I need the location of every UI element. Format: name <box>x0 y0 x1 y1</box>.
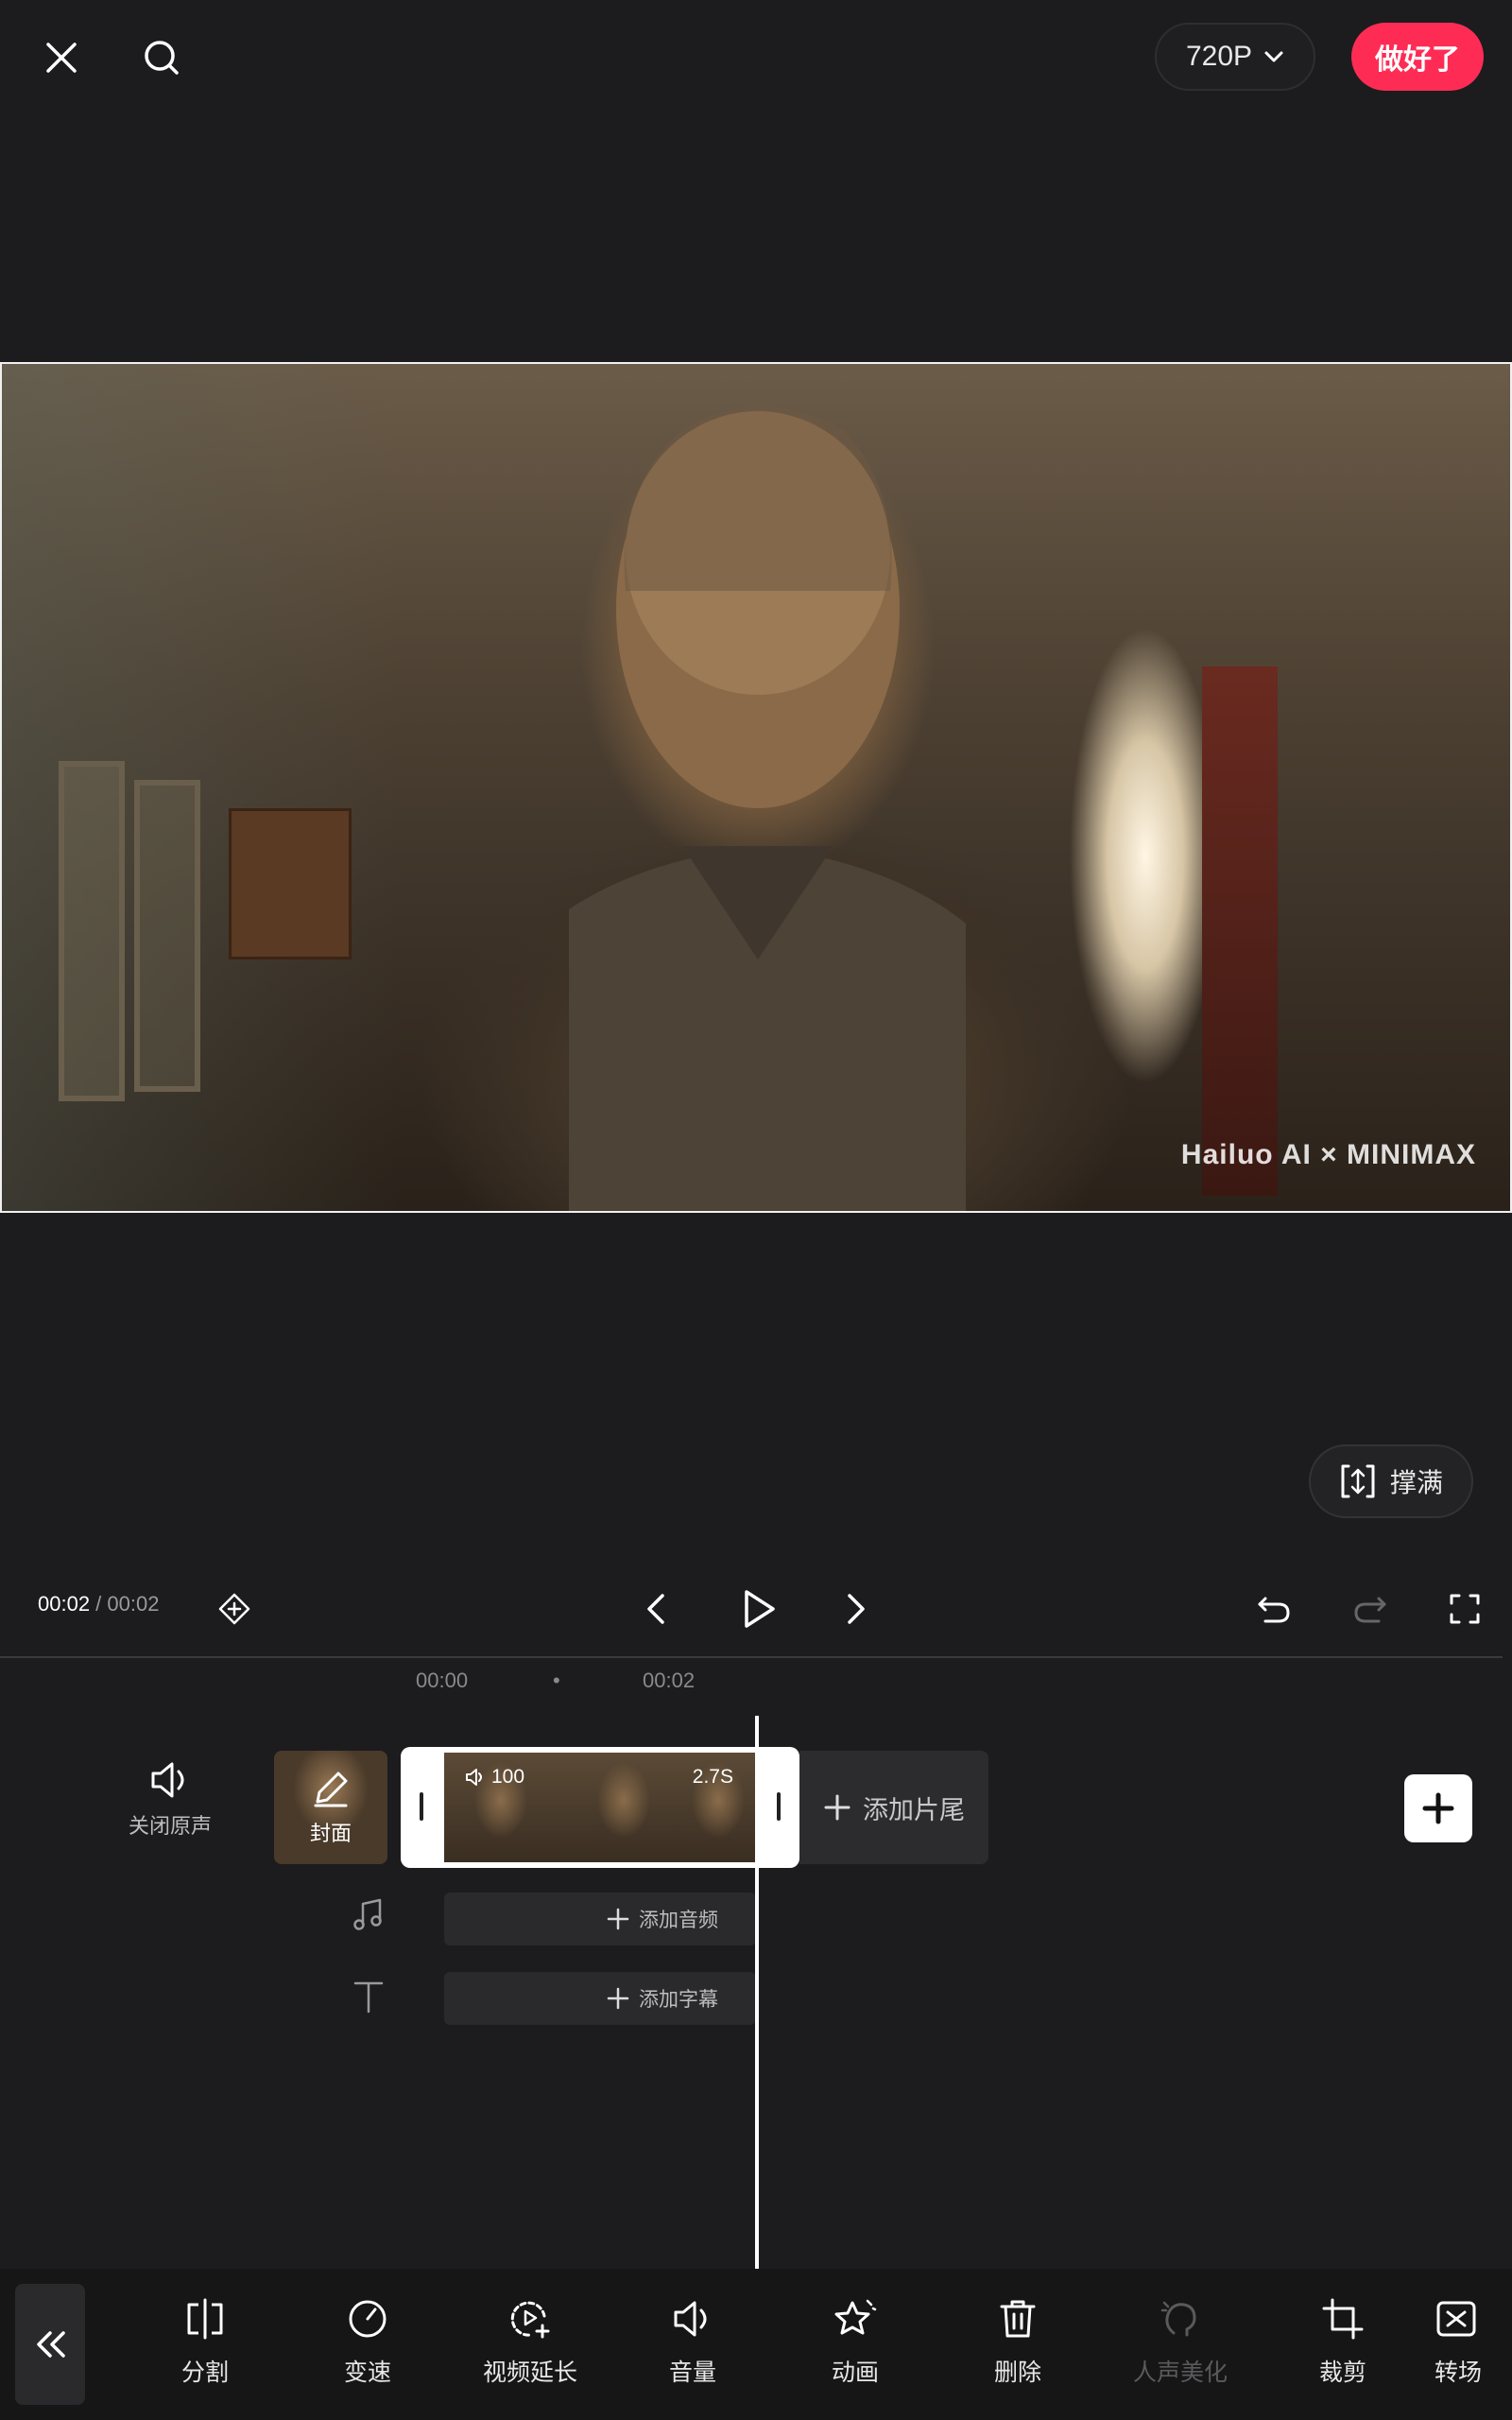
mute-original-button[interactable]: 关闭原声 <box>113 1760 227 1840</box>
total-time: 00:02 <box>107 1592 160 1616</box>
tool-split[interactable]: 分割 <box>134 2297 276 2388</box>
volume-icon <box>674 2301 707 2337</box>
transition-icon <box>1436 2301 1476 2337</box>
music-note-icon <box>350 1896 387 1939</box>
next-frame-icon[interactable] <box>835 1588 877 1630</box>
tool-crop[interactable]: 裁剪 <box>1272 2297 1414 2388</box>
preview-scene-frame <box>134 780 200 1092</box>
tool-voice-beautify[interactable]: 人声美化 <box>1109 2297 1251 2388</box>
clip-right-handle[interactable] <box>777 1792 781 1821</box>
edit-pencil-icon <box>314 1772 348 1807</box>
speaker-icon <box>151 1762 184 1798</box>
delete-icon <box>1000 2300 1036 2338</box>
tool-label: 变速 <box>343 2360 391 2386</box>
preview-scene-cabinet <box>229 808 352 959</box>
plus-icon <box>1422 1792 1454 1824</box>
tool-label: 人声美化 <box>1132 2360 1228 2386</box>
tool-label: 动画 <box>831 2360 879 2386</box>
plus-icon <box>607 1987 629 2010</box>
clip-left-handle[interactable] <box>420 1792 423 1821</box>
current-time: 00:02 <box>38 1592 91 1616</box>
collapse-toolbar-button[interactable] <box>15 2284 85 2405</box>
video-clip[interactable]: 100 2.7S <box>401 1747 799 1868</box>
time-separator: / <box>90 1592 108 1616</box>
previous-frame-icon[interactable] <box>635 1588 677 1630</box>
play-icon[interactable] <box>733 1584 782 1634</box>
clip-thumbnails: 100 2.7S <box>444 1753 756 1862</box>
plus-icon <box>824 1794 850 1821</box>
add-media-button[interactable] <box>1404 1774 1472 1842</box>
player-controls: 00:02 / 00:02 <box>0 1569 1512 1645</box>
ruler-tick: • <box>553 1668 560 1692</box>
tool-label: 转场 <box>1435 2360 1483 2386</box>
tool-speed[interactable]: 变速 <box>297 2297 438 2388</box>
cover-button[interactable]: 封面 <box>274 1751 387 1864</box>
fullscreen-icon[interactable] <box>1444 1588 1486 1630</box>
video-extend-icon <box>510 2301 550 2339</box>
fill-label: 撑满 <box>1389 1468 1443 1497</box>
done-button[interactable]: 做好了 <box>1351 23 1484 91</box>
top-bar: 720P 做好了 <box>0 0 1512 113</box>
tool-animation[interactable]: 动画 <box>784 2297 926 2388</box>
speaker-icon <box>466 1769 482 1786</box>
video-preview[interactable]: Hailuo AI × MINIMAX <box>0 362 1512 1213</box>
voice-beautify-icon <box>1160 2301 1196 2337</box>
tool-label: 分割 <box>180 2360 229 2386</box>
add-ending-button[interactable]: 添加片尾 <box>799 1751 988 1864</box>
tool-label: 裁剪 <box>1318 2360 1366 2386</box>
preview-subject-figure <box>569 406 966 1211</box>
add-ending-label: 添加片尾 <box>863 1795 965 1824</box>
redo-icon[interactable] <box>1349 1588 1391 1630</box>
split-icon <box>187 2298 223 2340</box>
cover-label: 封面 <box>309 1822 352 1845</box>
tool-label: 音量 <box>668 2360 716 2386</box>
fill-screen-icon <box>1341 1464 1375 1498</box>
tool-volume[interactable]: 音量 <box>622 2297 764 2388</box>
tool-label: 删除 <box>993 2360 1041 2386</box>
keyframe-icon[interactable] <box>214 1588 255 1630</box>
resolution-selector[interactable]: 720P <box>1155 23 1315 91</box>
fill-button[interactable]: 撑满 <box>1309 1444 1473 1518</box>
crop-icon <box>1322 2298 1364 2340</box>
mute-original-label: 关闭原声 <box>128 1814 212 1838</box>
timecode: 00:02 / 00:02 <box>38 1592 159 1616</box>
add-audio-label: 添加音频 <box>639 1910 718 1931</box>
text-icon <box>350 1978 387 2020</box>
ruler-tick: 00:00 <box>416 1668 469 1692</box>
search-icon[interactable] <box>132 28 191 87</box>
plus-icon <box>607 1908 629 1930</box>
clip-volume-value: 100 <box>491 1766 525 1788</box>
double-chevron-left-icon <box>37 2331 65 2358</box>
playhead[interactable] <box>755 1716 759 2269</box>
preview-scene-frame <box>59 761 125 1101</box>
bottom-toolbar: 分割 变速 视频延长 音量 动画 删除 人声美化 裁剪 转场 <box>0 2269 1512 2420</box>
tool-video-extend[interactable]: 视频延长 <box>459 2297 601 2388</box>
clip-volume: 100 <box>465 1766 524 1789</box>
preview-scene-curtain <box>1202 666 1278 1196</box>
add-subtitle-button[interactable]: 添加字幕 <box>444 1972 756 2025</box>
tool-transition[interactable]: 转场 <box>1435 2297 1512 2388</box>
speed-icon <box>349 2300 387 2338</box>
close-icon[interactable] <box>32 28 91 87</box>
add-audio-button[interactable]: 添加音频 <box>444 1893 756 1945</box>
preview-watermark: Hailuo AI × MINIMAX <box>1180 1139 1476 1170</box>
tool-label: 视频延长 <box>482 2360 577 2386</box>
resolution-label: 720P <box>1185 41 1253 72</box>
undo-icon[interactable] <box>1253 1588 1295 1630</box>
animation-icon <box>834 2299 877 2335</box>
chevron-down-icon <box>1264 51 1283 62</box>
add-subtitle-label: 添加字幕 <box>639 1989 718 2011</box>
clip-duration: 2.7S <box>692 1766 733 1788</box>
timeline-divider <box>0 1656 1503 1658</box>
ruler-tick: 00:02 <box>643 1668 696 1692</box>
tool-delete[interactable]: 删除 <box>947 2297 1089 2388</box>
